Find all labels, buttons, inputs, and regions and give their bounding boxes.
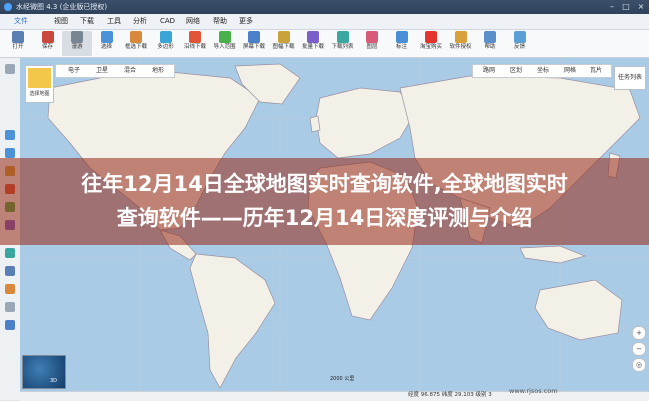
map-overlay-tabs: 路网 区划 坐标 网格 瓦片 xyxy=(472,64,612,78)
continent-south-america xyxy=(189,253,276,389)
toolbar-icon-12 xyxy=(366,31,378,43)
toolbar-icon-9 xyxy=(277,31,290,43)
menu-item-help[interactable]: 帮助 xyxy=(213,14,227,29)
menu-item-file[interactable]: 文件 xyxy=(14,14,28,29)
status-coordinates: 经度 96.875 纬度 29.103 级别 3 xyxy=(408,392,492,398)
route-icon[interactable] xyxy=(5,284,15,294)
toolbar-icon-0 xyxy=(12,31,24,43)
close-icon[interactable]: × xyxy=(634,0,648,14)
minimap-label: 3D xyxy=(50,378,58,384)
layer-icon[interactable] xyxy=(5,248,15,258)
continent-europe xyxy=(315,87,416,159)
scale-bar: 2000 公里 xyxy=(330,376,355,382)
map-selector-thumbnail[interactable]: 选择地图 xyxy=(25,65,54,103)
zoom-in-icon[interactable] xyxy=(5,130,15,140)
tab-grid[interactable]: 网格 xyxy=(564,65,576,77)
globe-minimap[interactable] xyxy=(22,355,66,389)
toolbar-icon-2 xyxy=(71,31,83,43)
toolbar-icon-15 xyxy=(454,31,467,43)
menu-item-analysis[interactable]: 分析 xyxy=(133,14,147,29)
locate-button[interactable]: ◎ xyxy=(632,358,646,372)
site-watermark: www.rjsos.com xyxy=(509,387,558,395)
continent-australia xyxy=(534,279,623,341)
toolbar-icon-1 xyxy=(41,31,54,43)
task-list-button[interactable]: 任务列表 xyxy=(614,66,646,90)
map-type-tabs: 电子 卫星 混合 地形 xyxy=(55,64,175,78)
zoom-in-button[interactable]: + xyxy=(632,326,646,340)
export-icon[interactable] xyxy=(5,320,15,330)
headline-line-2: 查询软件——历年12月14日深度评测与介绍 xyxy=(116,206,533,230)
maximize-icon[interactable]: □ xyxy=(619,0,633,14)
headline-line-1: 往年12月14日全球地图实时查询软件,全球地图实时 xyxy=(81,172,568,196)
menu-item-cad[interactable]: CAD xyxy=(160,14,175,29)
search-icon[interactable] xyxy=(5,266,15,276)
map-thumbnail-image xyxy=(28,68,51,88)
toolbar-icon-6 xyxy=(189,31,201,43)
tab-regions[interactable]: 区划 xyxy=(510,65,522,77)
tab-roads[interactable]: 路网 xyxy=(483,65,495,77)
menu-item-more[interactable]: 更多 xyxy=(239,14,253,29)
window-title: 水经微图 4.3 (企业版已授权) xyxy=(16,3,108,11)
menu-bar: 文件 视图 下载 工具 分析 CAD 网络 帮助 更多 xyxy=(0,14,649,30)
toolbar-button-17[interactable]: 反馈 xyxy=(505,31,535,56)
zoom-out-button[interactable]: − xyxy=(632,342,646,356)
tab-hybrid[interactable]: 混合 xyxy=(124,65,136,77)
map-selector-caption: 选择地图 xyxy=(29,91,50,97)
toolbar-icon-3 xyxy=(100,31,113,43)
tab-satellite[interactable]: 卫星 xyxy=(96,65,108,77)
tab-electronic[interactable]: 电子 xyxy=(68,65,80,77)
toolbar: 打开 保存 漫游 选择 框选下载 多边形 沿线下载 导入范围 屏幕下载 图幅下载 批量下载 下载列表图… xyxy=(0,30,649,58)
toolbar-icon-10 xyxy=(307,31,319,43)
app-logo-icon xyxy=(4,3,12,11)
title-bar: 水经微图 4.3 (企业版已授权) – □ × xyxy=(0,0,649,14)
menu-item-network[interactable]: 网络 xyxy=(186,14,200,29)
toolbar-icon-16 xyxy=(484,31,496,43)
toolbar-icon-7 xyxy=(218,31,231,43)
toolbar-icon-11 xyxy=(336,31,349,43)
tab-terrain[interactable]: 地形 xyxy=(152,65,164,77)
continent-indonesia xyxy=(519,245,587,264)
toolbar-icon-4 xyxy=(130,31,142,43)
tab-coordinates[interactable]: 坐标 xyxy=(537,65,549,77)
pan-icon[interactable] xyxy=(5,64,15,74)
toolbar-icon-17 xyxy=(513,31,526,43)
menu-item-tools[interactable]: 工具 xyxy=(107,14,121,29)
toolbar-label: 反馈 xyxy=(513,44,525,50)
continent-uk xyxy=(309,115,321,133)
menu-item-view[interactable]: 视图 xyxy=(54,14,68,29)
menu-item-download[interactable]: 下载 xyxy=(80,14,94,29)
zoom-out-icon[interactable] xyxy=(5,148,15,158)
toolbar-icon-14 xyxy=(425,31,437,43)
toolbar-icon-5 xyxy=(159,31,172,43)
headline-banner: 往年12月14日全球地图实时查询软件,全球地图实时 查询软件——历年12月14日… xyxy=(0,158,649,245)
toolbar-icon-13 xyxy=(395,31,408,43)
tab-tiles[interactable]: 瓦片 xyxy=(590,65,602,77)
print-icon[interactable] xyxy=(5,302,15,312)
minimize-icon[interactable]: – xyxy=(605,0,619,14)
toolbar-icon-8 xyxy=(248,31,260,43)
